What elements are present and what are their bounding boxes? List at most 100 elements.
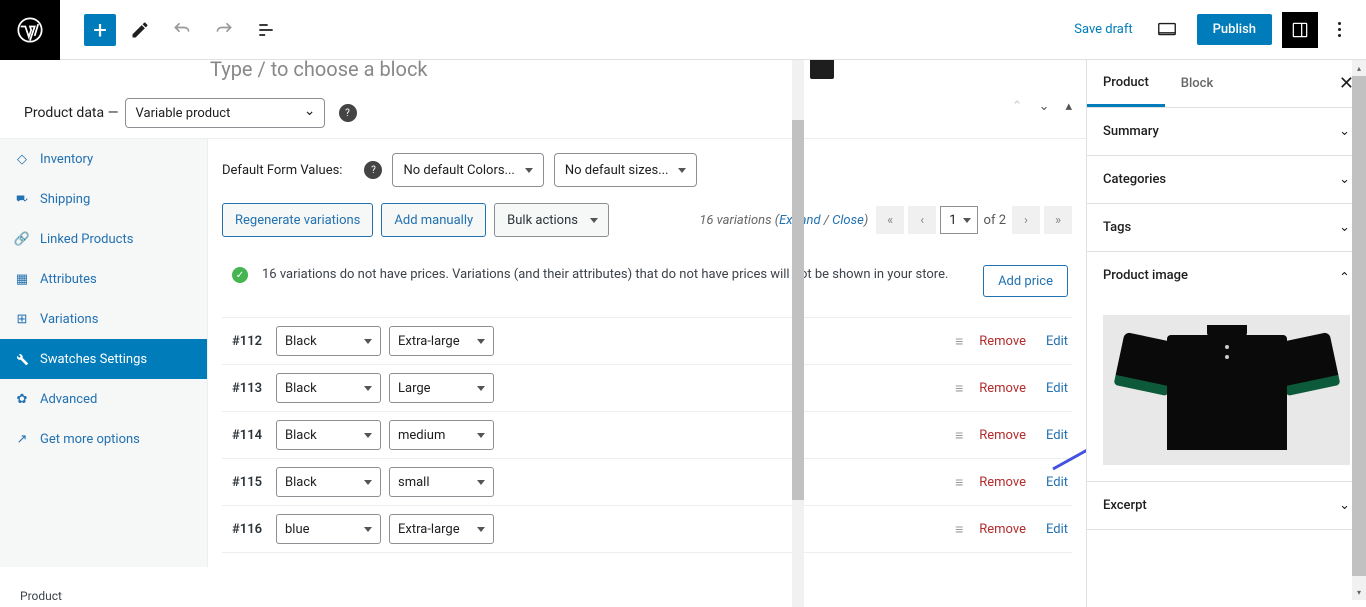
section-excerpt[interactable]: Excerpt⌄: [1087, 481, 1366, 530]
chevron-down-icon: ⌄: [1339, 172, 1350, 187]
regenerate-variations-button[interactable]: Regenerate variations: [222, 203, 373, 237]
help-icon[interactable]: ?: [339, 104, 357, 122]
notice-text: 16 variations do not have prices. Variat…: [262, 265, 969, 285]
external-icon: ↗: [14, 431, 30, 447]
variation-id: #116: [232, 522, 268, 537]
remove-link[interactable]: Remove: [979, 381, 1026, 396]
undo-icon[interactable]: [164, 12, 200, 48]
section-product-image[interactable]: Product image⌄: [1087, 252, 1366, 299]
product-data-label: Product data —: [24, 105, 119, 121]
default-size-select[interactable]: No default sizes...: [554, 153, 698, 187]
block-placeholder-hint: Type / to choose a block: [210, 60, 428, 81]
preview-icon[interactable]: [1149, 12, 1185, 48]
add-manually-button[interactable]: Add manually: [381, 203, 486, 237]
bulk-actions-select[interactable]: Bulk actions: [494, 203, 609, 237]
drag-handle-icon[interactable]: ≡: [955, 474, 961, 491]
edit-link[interactable]: Edit: [1046, 522, 1068, 537]
panel-down-icon[interactable]: ⌄: [1039, 99, 1050, 114]
product-data-header: Product data — Variable product ?: [0, 90, 1086, 136]
page-next-button[interactable]: ›: [1012, 206, 1040, 234]
drag-handle-icon[interactable]: ≡: [955, 521, 961, 538]
panel-toggle-icon[interactable]: ▴: [1065, 99, 1072, 114]
sidebar-tab-block[interactable]: Block: [1165, 60, 1229, 107]
footer-status: Product: [0, 585, 82, 607]
variation-row[interactable]: #113 Black Large ≡ Remove Edit: [222, 365, 1072, 412]
variation-size-select[interactable]: Extra-large: [389, 514, 494, 544]
drag-handle-icon[interactable]: ≡: [955, 380, 961, 397]
variation-size-select[interactable]: medium: [389, 420, 494, 450]
chevron-up-icon: ⌄: [1339, 268, 1350, 283]
chevron-down-icon: ⌄: [1339, 220, 1350, 235]
variation-color-select[interactable]: Black: [276, 373, 381, 403]
tab-variations[interactable]: ⊞Variations: [0, 299, 207, 339]
variation-id: #112: [232, 334, 268, 349]
variation-id: #114: [232, 428, 268, 443]
variation-row[interactable]: #114 Black medium ≡ Remove Edit: [222, 412, 1072, 459]
page-prev-button[interactable]: ‹: [908, 206, 936, 234]
edit-link[interactable]: Edit: [1046, 475, 1068, 490]
paragraph-block-icon[interactable]: [810, 60, 834, 79]
tab-advanced[interactable]: ✿Advanced: [0, 379, 207, 419]
variation-color-select[interactable]: Black: [276, 467, 381, 497]
variation-row[interactable]: #115 Black small ≡ Remove Edit: [222, 459, 1072, 506]
variation-size-select[interactable]: Large: [389, 373, 494, 403]
variation-row[interactable]: #112 Black Extra-large ≡ Remove Edit: [222, 318, 1072, 365]
tab-linked-products[interactable]: 🔗Linked Products: [0, 219, 207, 259]
publish-button[interactable]: Publish: [1197, 14, 1272, 45]
more-options-button[interactable]: [1324, 12, 1354, 48]
default-color-select[interactable]: No default Colors...: [392, 153, 543, 187]
page-first-button[interactable]: «: [876, 206, 904, 234]
add-block-button[interactable]: +: [84, 14, 116, 46]
help-icon[interactable]: ?: [364, 161, 382, 179]
section-summary[interactable]: Summary⌄: [1087, 108, 1366, 156]
redo-icon[interactable]: [206, 12, 242, 48]
remove-link[interactable]: Remove: [979, 334, 1026, 349]
remove-link[interactable]: Remove: [979, 475, 1026, 490]
edit-icon[interactable]: [122, 12, 158, 48]
edit-link[interactable]: Edit: [1046, 428, 1068, 443]
wordpress-logo[interactable]: [0, 0, 60, 60]
chevron-down-icon: ⌄: [1339, 124, 1350, 139]
variation-color-select[interactable]: Black: [276, 420, 381, 450]
variation-size-select[interactable]: Extra-large: [389, 326, 494, 356]
product-data-tabs: ◇Inventory Shipping 🔗Linked Products ▦At…: [0, 139, 208, 567]
page-of-text: of 2: [984, 213, 1006, 228]
variations-icon: ⊞: [14, 311, 30, 327]
edit-link[interactable]: Edit: [1046, 381, 1068, 396]
default-form-label: Default Form Values:: [222, 163, 342, 178]
drag-handle-icon[interactable]: ≡: [955, 427, 961, 444]
product-image-preview[interactable]: [1103, 315, 1350, 465]
tab-swatches-settings[interactable]: Swatches Settings: [0, 339, 207, 379]
settings-panel-toggle[interactable]: [1282, 12, 1318, 48]
page-last-button[interactable]: »: [1044, 206, 1072, 234]
section-tags[interactable]: Tags⌄: [1087, 204, 1366, 252]
edit-link[interactable]: Edit: [1046, 334, 1068, 349]
section-categories[interactable]: Categories⌄: [1087, 156, 1366, 204]
remove-link[interactable]: Remove: [979, 522, 1026, 537]
variation-color-select[interactable]: blue: [276, 514, 381, 544]
variation-row[interactable]: #116 blue Extra-large ≡ Remove Edit: [222, 506, 1072, 553]
wrench-icon: [14, 351, 30, 367]
tab-shipping[interactable]: Shipping: [0, 179, 207, 219]
variations-pagination: 16 variations (Expand / Close) « ‹ 1 of …: [699, 206, 1072, 234]
sidebar-tab-product[interactable]: Product: [1087, 60, 1165, 107]
tab-inventory[interactable]: ◇Inventory: [0, 139, 207, 179]
editor-scrollbar[interactable]: [792, 60, 804, 607]
add-price-button[interactable]: Add price: [983, 265, 1068, 297]
remove-link[interactable]: Remove: [979, 428, 1026, 443]
drag-handle-icon[interactable]: ≡: [955, 333, 961, 350]
page-select[interactable]: 1: [940, 206, 977, 234]
document-outline-icon[interactable]: [248, 12, 284, 48]
attributes-icon: ▦: [14, 271, 30, 287]
save-draft-button[interactable]: Save draft: [1074, 22, 1132, 37]
panel-up-icon[interactable]: ⌃: [1012, 99, 1023, 114]
tab-attributes[interactable]: ▦Attributes: [0, 259, 207, 299]
variation-color-select[interactable]: Black: [276, 326, 381, 356]
gear-icon: ✿: [14, 391, 30, 407]
tab-get-more[interactable]: ↗Get more options: [0, 419, 207, 459]
page-scrollbar[interactable]: ▴ ▾: [1352, 60, 1366, 600]
product-type-select[interactable]: Variable product: [125, 98, 325, 128]
close-link[interactable]: Close: [832, 213, 864, 228]
editor-column: Type / to choose a block Product data — …: [0, 60, 1086, 607]
variation-size-select[interactable]: small: [389, 467, 494, 497]
